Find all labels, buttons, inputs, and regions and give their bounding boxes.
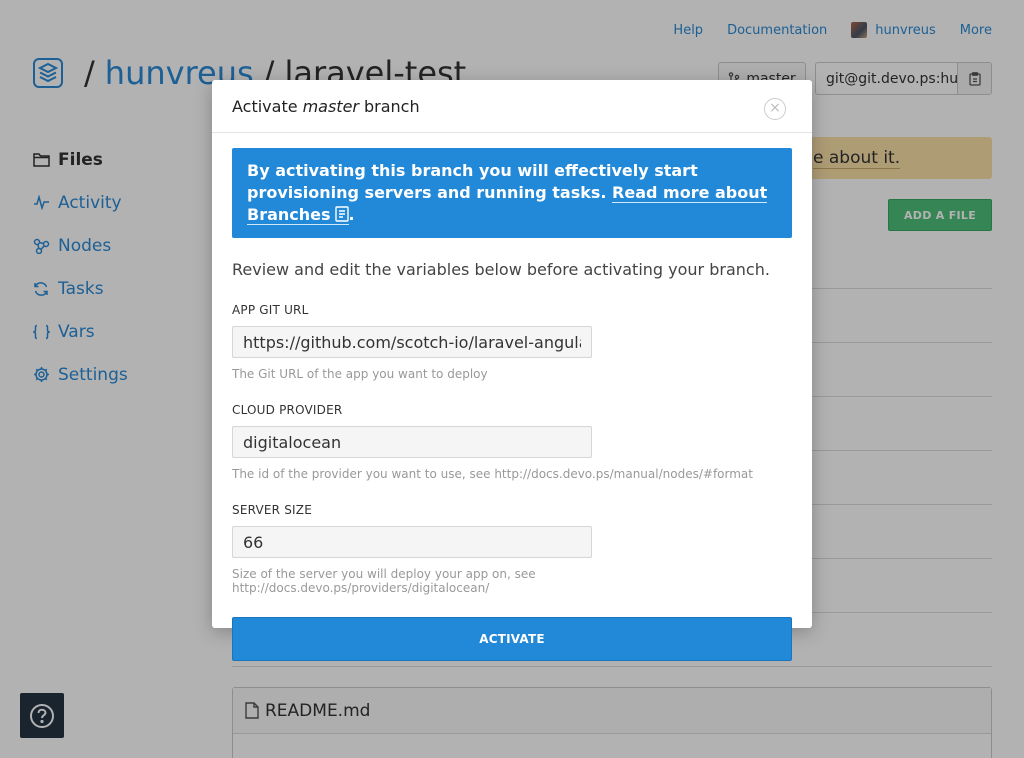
server-size-input[interactable] (232, 526, 592, 558)
server-size-label: SERVER SIZE (232, 503, 312, 517)
app-git-url-help: The Git URL of the app you want to deplo… (232, 367, 488, 381)
close-icon[interactable]: × (764, 98, 786, 120)
modal-title-prefix: Activate (232, 96, 298, 116)
info-banner: By activating this branch you will effec… (232, 148, 792, 238)
cloud-provider-help: The id of the provider you want to use, … (232, 467, 753, 481)
activate-button[interactable]: ACTIVATE (232, 617, 792, 661)
book-icon (334, 206, 349, 222)
modal-intro: Review and edit the variables below befo… (232, 260, 770, 279)
app-git-url-input[interactable] (232, 326, 592, 358)
activate-branch-modal: Activate master branch × By activating t… (212, 80, 812, 661)
modal-body: By activating this branch you will effec… (212, 133, 812, 661)
cloud-provider-label: CLOUD PROVIDER (232, 403, 343, 417)
server-size-help: Size of the server you will deploy your … (232, 567, 536, 595)
modal-title-suffix: branch (364, 96, 420, 116)
modal-header: Activate master branch × (212, 80, 812, 133)
app-git-url-label: APP GIT URL (232, 303, 309, 317)
cloud-provider-input[interactable] (232, 426, 592, 458)
modal-title-branch: master (302, 96, 359, 116)
info-end: . (348, 205, 355, 224)
